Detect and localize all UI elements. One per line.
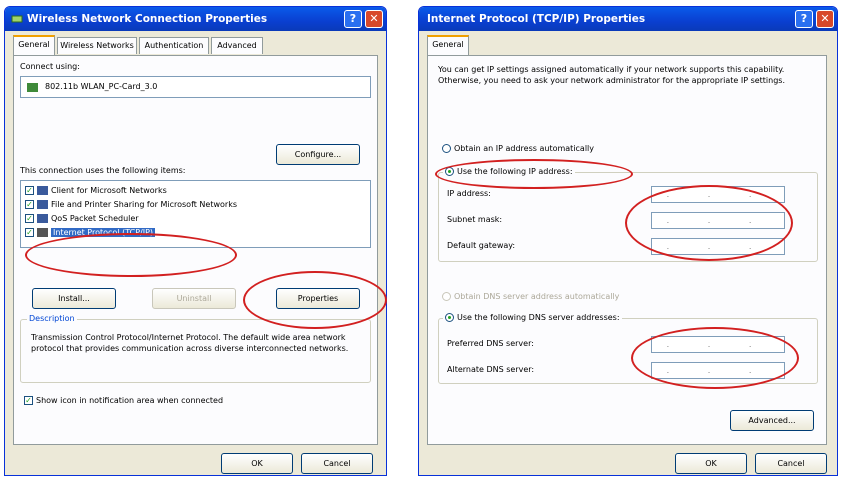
show-icon-option[interactable]: ✓ Show icon in notification area when con… — [24, 396, 223, 405]
adapter-box: 802.11b WLAN_PC-Card_3.0 — [20, 76, 371, 98]
left-titlebar[interactable]: Wireless Network Connection Properties ?… — [5, 7, 386, 31]
right-dialog-title: Internet Protocol (TCP/IP) Properties — [427, 13, 646, 25]
intro-text: You can get IP settings assigned automat… — [438, 65, 786, 85]
tab-authentication[interactable]: Authentication — [139, 37, 209, 54]
close-button[interactable]: ✕ — [816, 10, 834, 28]
components-list[interactable]: ✓ Client for Microsoft Networks ✓ File and… — [20, 180, 371, 248]
checkbox[interactable]: ✓ — [25, 228, 34, 237]
description-text: Transmission Control Protocol/Internet P… — [31, 333, 349, 353]
tcpip-properties-dialog: Internet Protocol (TCP/IP) Properties ? … — [418, 6, 838, 476]
radio-button[interactable] — [445, 313, 454, 322]
list-item-selected[interactable]: ✓ Internet Protocol (TCP/IP) — [25, 227, 156, 239]
right-general-panel: You can get IP settings assigned automat… — [427, 55, 827, 445]
tab-general[interactable]: General — [427, 35, 469, 55]
client-icon — [37, 186, 48, 195]
use-following-ip-option[interactable]: Use the following IP address: — [443, 167, 575, 176]
description-title: Description — [27, 314, 77, 323]
ip-address-label: IP address: — [447, 189, 491, 198]
network-connection-icon — [11, 15, 23, 23]
radio-button[interactable] — [442, 144, 451, 153]
dns-settings-group: Use the following DNS server addresses: … — [438, 313, 818, 384]
left-dialog-title: Wireless Network Connection Properties — [27, 13, 268, 25]
ok-button[interactable]: OK — [675, 453, 747, 474]
description-group: Description Transmission Control Protoco… — [20, 314, 371, 383]
tab-general[interactable]: General — [13, 35, 55, 55]
checkbox[interactable]: ✓ — [25, 214, 34, 223]
items-label: This connection uses the following items… — [20, 166, 186, 175]
radio-button — [442, 292, 451, 301]
ip-address-field[interactable]: . . . — [651, 186, 785, 203]
checkbox[interactable]: ✓ — [25, 200, 34, 209]
list-item[interactable]: ✓ QoS Packet Scheduler — [25, 213, 139, 225]
ok-button[interactable]: OK — [221, 453, 293, 474]
use-following-dns-option[interactable]: Use the following DNS server addresses: — [443, 313, 622, 322]
wireless-properties-dialog: Wireless Network Connection Properties ?… — [4, 6, 387, 476]
cancel-button[interactable]: Cancel — [301, 453, 373, 474]
close-button[interactable]: ✕ — [365, 10, 383, 28]
alternate-dns-field[interactable]: . . . — [651, 362, 785, 379]
subnet-mask-label: Subnet mask: — [447, 215, 503, 224]
properties-button[interactable]: Properties — [276, 288, 360, 309]
install-button[interactable]: Install... — [32, 288, 116, 309]
cancel-button[interactable]: Cancel — [755, 453, 827, 474]
tab-wireless-networks[interactable]: Wireless Networks — [57, 37, 137, 54]
left-general-panel: Connect using: 802.11b WLAN_PC-Card_3.0 … — [13, 55, 378, 445]
adapter-icon — [27, 83, 38, 92]
preferred-dns-label: Preferred DNS server: — [447, 339, 534, 348]
checkbox[interactable]: ✓ — [25, 186, 34, 195]
adapter-name: 802.11b WLAN_PC-Card_3.0 — [45, 82, 158, 91]
uninstall-button: Uninstall — [152, 288, 236, 309]
right-titlebar[interactable]: Internet Protocol (TCP/IP) Properties ? … — [419, 7, 837, 31]
subnet-mask-field[interactable]: . . . — [651, 212, 785, 229]
list-item[interactable]: ✓ Client for Microsoft Networks — [25, 185, 167, 197]
list-item[interactable]: ✓ File and Printer Sharing for Microsoft … — [25, 199, 237, 211]
help-button[interactable]: ? — [344, 10, 362, 28]
qos-icon — [37, 214, 48, 223]
protocol-icon — [37, 228, 48, 237]
alternate-dns-label: Alternate DNS server: — [447, 365, 535, 374]
help-button[interactable]: ? — [795, 10, 813, 28]
obtain-dns-auto-option: Obtain DNS server address automatically — [442, 292, 619, 301]
checkbox[interactable]: ✓ — [24, 396, 33, 405]
configure-button[interactable]: Configure... — [276, 144, 360, 165]
obtain-ip-auto-option[interactable]: Obtain an IP address automatically — [442, 144, 594, 153]
advanced-button[interactable]: Advanced... — [730, 410, 814, 431]
connect-using-label: Connect using: — [20, 62, 80, 71]
file-sharing-icon — [37, 200, 48, 209]
radio-button[interactable] — [445, 167, 454, 176]
tab-advanced[interactable]: Advanced — [211, 37, 263, 54]
default-gateway-label: Default gateway: — [447, 241, 516, 250]
preferred-dns-field[interactable]: . . . — [651, 336, 785, 353]
default-gateway-field[interactable]: . . . — [651, 238, 785, 255]
ip-settings-group: Use the following IP address: IP address… — [438, 167, 818, 262]
